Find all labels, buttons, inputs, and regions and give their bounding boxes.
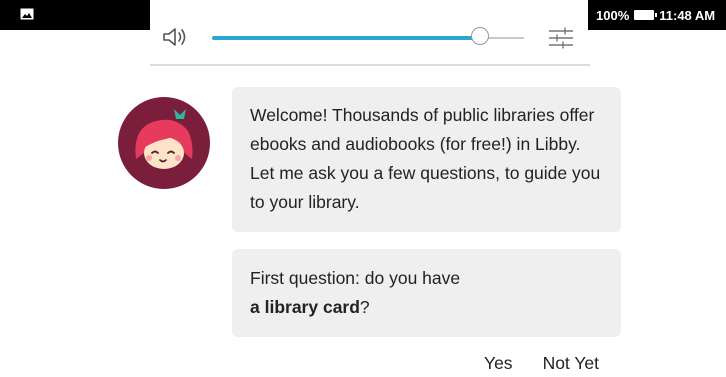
volume-slider[interactable] (212, 27, 524, 45)
status-bar-left (0, 0, 150, 30)
status-bar-right: 100% 11:48 AM (588, 0, 726, 30)
assistant-message-question: First question: do you have a library ca… (232, 249, 621, 337)
answer-options: Yes Not Yet (484, 353, 599, 374)
settings-sliders-icon[interactable] (547, 26, 575, 50)
not-yet-button[interactable]: Not Yet (543, 353, 599, 374)
question-prefix: First question: do you have (250, 268, 461, 288)
libby-avatar (118, 97, 210, 189)
battery-icon (634, 10, 658, 20)
volume-fill (212, 36, 481, 40)
question-suffix: ? (359, 297, 370, 317)
welcome-text: Welcome! Thousands of public libraries o… (250, 105, 601, 212)
question-bold: a library card (250, 297, 360, 317)
volume-thumb[interactable] (471, 27, 490, 45)
clock: 11:48 AM (659, 7, 716, 23)
assistant-message-welcome: Welcome! Thousands of public libraries o… (232, 87, 621, 232)
picture-icon (20, 8, 34, 20)
speaker-icon[interactable] (162, 26, 188, 48)
yes-button[interactable]: Yes (484, 353, 513, 374)
battery-percent: 100% (596, 7, 630, 23)
audio-player-bar (150, 0, 590, 66)
